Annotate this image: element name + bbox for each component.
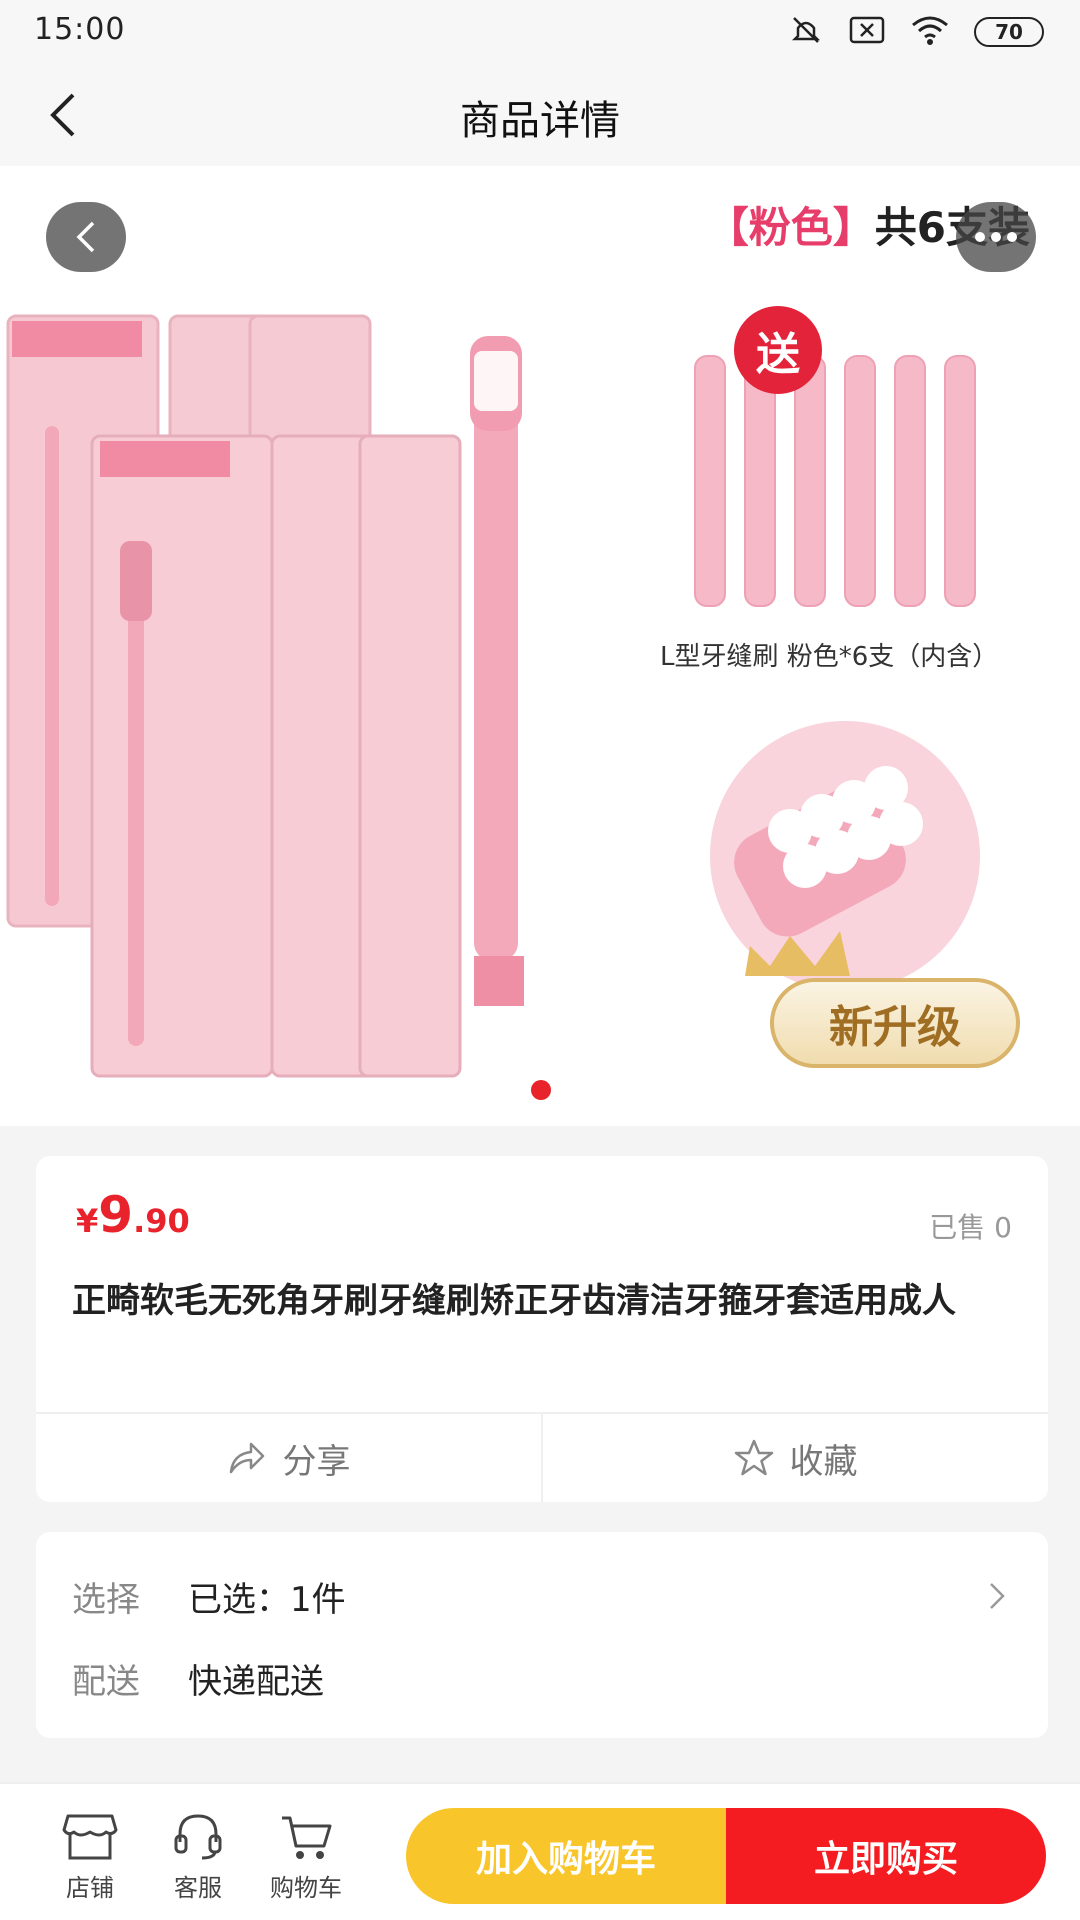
- bottom-action-bar: 店铺 客服 购物车 加入购物车 立即购买: [0, 1782, 1080, 1920]
- cart-icon: [282, 1816, 332, 1859]
- price-decimal: .90: [133, 1202, 190, 1240]
- upgrade-badge: 新升级: [770, 978, 1020, 1068]
- carousel-indicator: [531, 1080, 551, 1100]
- sim-off-icon: [848, 15, 886, 49]
- product-actions: 分享 收藏: [36, 1412, 1048, 1502]
- status-time: 15:00: [34, 12, 126, 47]
- gift-tag: 送: [734, 306, 822, 394]
- product-title: 正畸软毛无死角牙刷牙缝刷矫正牙齿清洁牙箍牙套适用成人: [72, 1281, 956, 1321]
- status-bar: 15:00 70: [0, 0, 1080, 64]
- wifi-icon: [910, 14, 950, 50]
- page-title: 商品详情: [460, 98, 620, 144]
- spec-delivery-row: 配送 快递配送: [72, 1648, 1012, 1708]
- headset-icon: [174, 1814, 222, 1860]
- spec-select-label: 选择: [72, 1579, 140, 1620]
- spec-delivery-value: 快递配送: [188, 1661, 324, 1702]
- gift-caption: L型牙缝刷 粉色*6支（内含）: [660, 642, 999, 672]
- more-dots-icon: [975, 232, 1017, 242]
- share-label: 分享: [282, 1441, 351, 1482]
- add-to-cart-button[interactable]: 加入购物车: [406, 1808, 726, 1904]
- buy-now-button[interactable]: 立即购买: [726, 1808, 1046, 1904]
- product-info-card: ¥9.90 已售 0 正畸软毛无死角牙刷牙缝刷矫正牙齿清洁牙箍牙套适用成人 分享…: [36, 1156, 1048, 1502]
- more-button[interactable]: [956, 202, 1036, 272]
- store-icon: [62, 1814, 118, 1860]
- sold-count: 已售 0: [929, 1211, 1012, 1244]
- status-icons: 70: [788, 12, 1044, 52]
- image-back-button[interactable]: [46, 202, 126, 272]
- spec-select-value: 已选：1件: [188, 1579, 346, 1620]
- cart-button[interactable]: 购物车: [258, 1812, 354, 1903]
- favorite-label: 收藏: [789, 1441, 858, 1482]
- cart-label: 购物车: [270, 1874, 342, 1902]
- spec-card: 选择 已选：1件 配送 快递配送: [36, 1532, 1048, 1738]
- store-button[interactable]: 店铺: [42, 1812, 138, 1903]
- chevron-left-icon: [76, 221, 95, 253]
- customer-service-label: 客服: [174, 1874, 222, 1902]
- spec-delivery-label: 配送: [72, 1661, 140, 1702]
- product-price: ¥9.90: [76, 1186, 190, 1244]
- price-currency: ¥: [76, 1202, 99, 1240]
- nav-bar: 商品详情: [0, 64, 1080, 166]
- price-integer: 9: [98, 1186, 134, 1244]
- store-label: 店铺: [66, 1874, 114, 1902]
- mute-icon: [788, 12, 824, 52]
- share-icon: [229, 1442, 264, 1474]
- star-icon: [734, 1439, 773, 1476]
- hero-caption-color: 【粉色】: [706, 203, 875, 252]
- share-button[interactable]: 分享: [36, 1414, 541, 1502]
- spec-select-row[interactable]: 选择 已选：1件: [72, 1566, 1012, 1626]
- chevron-right-icon: [982, 1581, 1012, 1611]
- battery-indicator: 70: [974, 17, 1044, 47]
- favorite-button[interactable]: 收藏: [541, 1414, 1048, 1502]
- product-image-carousel[interactable]: 【粉色】共6支装 送 L型牙缝刷 粉色*6支（内含） 新升级: [0, 166, 1080, 1126]
- customer-service-button[interactable]: 客服: [150, 1812, 246, 1903]
